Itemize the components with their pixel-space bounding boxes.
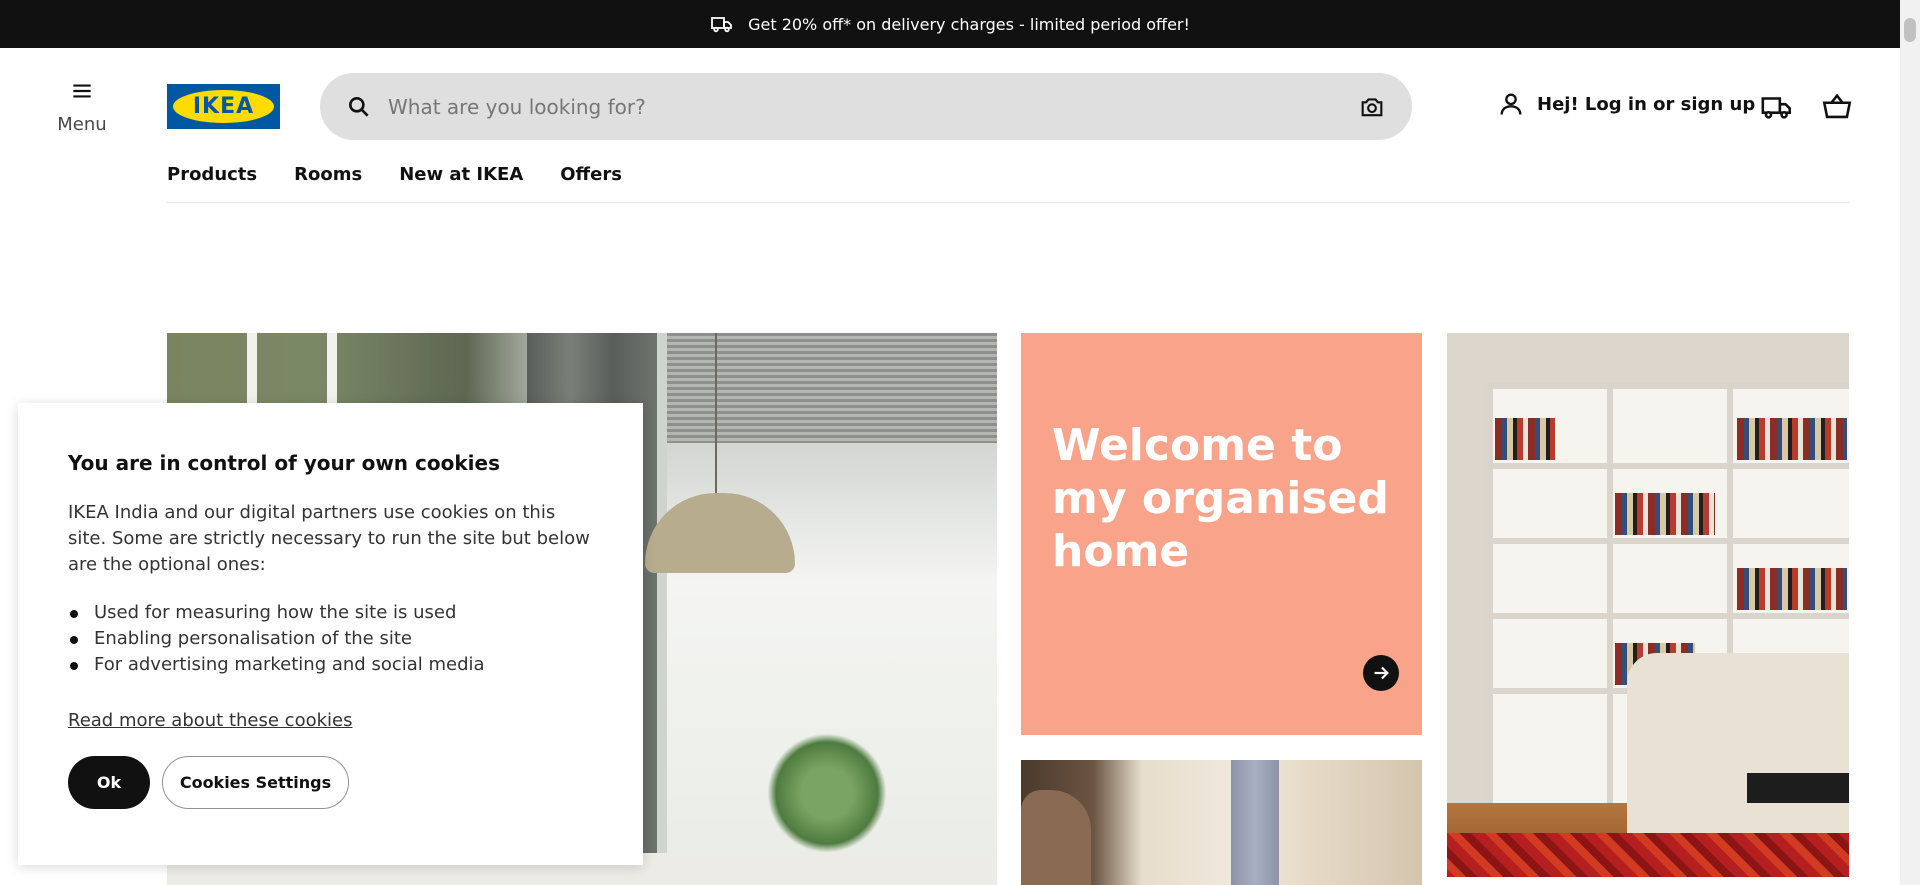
books-decor <box>1495 418 1555 460</box>
welcome-arrow-button[interactable] <box>1363 655 1399 691</box>
account-link[interactable]: Hej! Log in or sign up <box>1497 90 1755 118</box>
welcome-card[interactable]: Welcome to my organised home <box>1021 333 1422 735</box>
side-table-decor <box>1747 773 1849 803</box>
nav-divider <box>167 202 1849 203</box>
list-item: Used for measuring how the site is used <box>68 600 593 626</box>
logo-oval: IKEA <box>173 90 274 123</box>
ok-button[interactable]: Ok <box>68 756 150 809</box>
nav-item-offers[interactable]: Offers <box>560 164 622 185</box>
delivery-truck-icon[interactable] <box>1760 90 1794 124</box>
shopping-bag-icon[interactable] <box>1820 90 1854 124</box>
nav-item-rooms[interactable]: Rooms <box>294 164 362 185</box>
promo-text[interactable]: Get 20% off* on delivery charges - limit… <box>748 15 1190 34</box>
shelf-board <box>1487 383 1849 389</box>
user-icon <box>1500 93 1522 115</box>
menu-button[interactable]: Menu <box>42 78 122 148</box>
search-input[interactable] <box>388 94 1358 119</box>
cookie-title: You are in control of your own cookies <box>68 451 500 475</box>
bookshelf-living-room-image[interactable] <box>1447 333 1849 877</box>
shelf-upright <box>1607 383 1613 823</box>
books-decor <box>1615 493 1715 535</box>
arrow-right-icon <box>1374 666 1389 680</box>
read-more-cookies-link[interactable]: Read more about these cookies <box>68 710 352 731</box>
menu-label: Menu <box>57 114 107 135</box>
lamp-cord-decor <box>715 333 717 498</box>
shirt-tie-image[interactable] <box>1021 760 1422 885</box>
list-item: Enabling personalisation of the site <box>68 626 593 652</box>
rug-decor <box>1447 833 1849 877</box>
cookie-body: IKEA India and our digital partners use … <box>68 502 590 575</box>
promo-bar[interactable]: Get 20% off* on delivery charges - limit… <box>0 0 1900 48</box>
shelf-upright <box>1487 383 1493 823</box>
shelf-board <box>1487 538 1849 544</box>
camera-search-icon[interactable] <box>1358 93 1386 121</box>
cookies-settings-button[interactable]: Cookies Settings <box>162 756 349 809</box>
main-nav: Products Rooms New at IKEA Offers <box>167 164 622 185</box>
hamburger-icon <box>73 84 91 98</box>
tie-decor <box>1231 760 1279 885</box>
flowers-decor <box>767 733 887 853</box>
delivery-truck-icon <box>711 17 732 33</box>
sofa-decor <box>1627 653 1849 833</box>
page-scrollbar[interactable] <box>1900 0 1920 885</box>
scrollbar-thumb[interactable] <box>1904 18 1916 42</box>
nav-item-products[interactable]: Products <box>167 164 257 185</box>
list-item: For advertising marketing and social med… <box>68 652 593 678</box>
search-bar[interactable] <box>320 73 1412 140</box>
welcome-title: Welcome to my organised home <box>1052 420 1389 577</box>
ikea-logo[interactable]: IKEA <box>167 84 280 129</box>
books-decor <box>1737 418 1847 460</box>
nav-item-new-at-ikea[interactable]: New at IKEA <box>399 164 523 185</box>
account-label: Hej! Log in or sign up <box>1537 93 1756 115</box>
books-decor <box>1737 568 1847 610</box>
cookie-actions: Ok Cookies Settings <box>68 756 593 809</box>
shelf-board <box>1487 613 1849 619</box>
shelf-board <box>1487 463 1849 469</box>
search-icon[interactable] <box>346 94 372 120</box>
logo-text: IKEA <box>192 94 255 119</box>
cookie-consent-panel: You are in control of your own cookies I… <box>18 403 643 865</box>
hand-decor <box>1021 790 1091 885</box>
cookie-purpose-list: Used for measuring how the site is used … <box>68 600 593 678</box>
